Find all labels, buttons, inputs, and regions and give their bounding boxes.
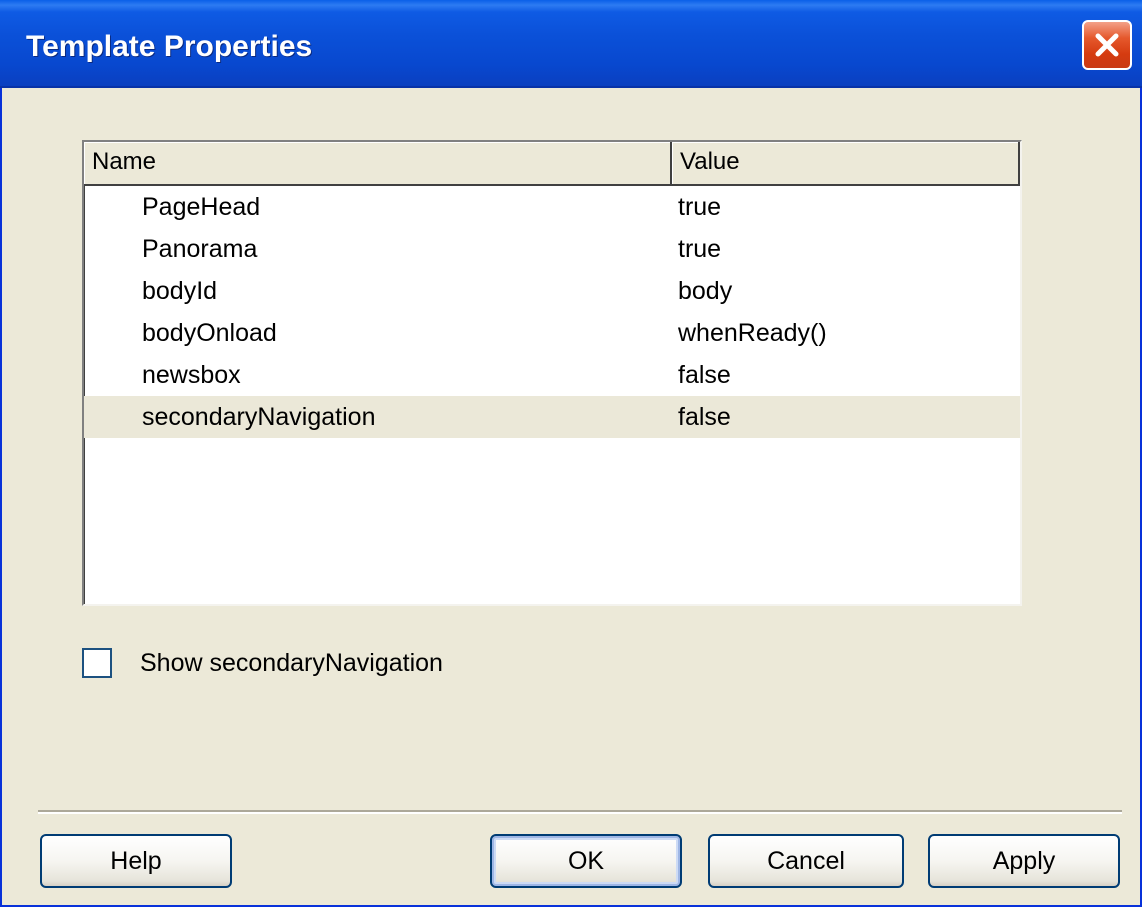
ok-button[interactable]: OK: [490, 834, 682, 888]
list-header: Name Value: [84, 142, 1020, 186]
row-value-cell: false: [678, 360, 731, 389]
row-name-cell: bodyId: [142, 276, 218, 305]
list-row[interactable]: bodyOnload whenReady(): [84, 312, 1020, 354]
row-name-cell: newsbox: [142, 360, 241, 389]
close-icon: [1095, 33, 1119, 57]
list-row-selected[interactable]: secondaryNavigation false: [84, 396, 1020, 438]
list-row[interactable]: bodyId body: [84, 270, 1020, 312]
row-name-cell: Panorama: [142, 234, 258, 263]
row-value-cell: true: [678, 234, 722, 263]
properties-list[interactable]: Name Value PageHead true Panorama true b…: [82, 140, 1022, 606]
dialog-window: Template Properties Name Value PageHead …: [0, 0, 1142, 907]
row-name-cell: secondaryNavigation: [142, 402, 376, 431]
row-value-cell: false: [678, 402, 731, 431]
list-rows: PageHead true Panorama true bodyId body …: [84, 186, 1020, 438]
row-name-cell: bodyOnload: [142, 318, 277, 347]
cancel-button[interactable]: Cancel: [708, 834, 904, 888]
row-value-cell: true: [678, 192, 722, 221]
show-secondary-navigation-option[interactable]: Show secondaryNavigation: [82, 648, 443, 678]
column-header-name[interactable]: Name: [84, 142, 672, 186]
title-bar[interactable]: Template Properties: [0, 0, 1142, 88]
checkbox-label: Show secondaryNavigation: [140, 648, 443, 677]
show-secondary-navigation-checkbox[interactable]: [82, 648, 112, 678]
apply-button[interactable]: Apply: [928, 834, 1120, 888]
close-button[interactable]: [1082, 20, 1132, 70]
list-row[interactable]: Panorama true: [84, 228, 1020, 270]
help-button[interactable]: Help: [40, 834, 232, 888]
row-value-cell: body: [678, 276, 733, 305]
row-name-cell: PageHead: [142, 192, 261, 221]
separator: [38, 810, 1122, 814]
window-title: Template Properties: [26, 30, 313, 63]
list-row[interactable]: newsbox false: [84, 354, 1020, 396]
row-value-cell: whenReady(): [678, 318, 827, 347]
list-row[interactable]: PageHead true: [84, 186, 1020, 228]
column-header-value[interactable]: Value: [672, 142, 1020, 186]
